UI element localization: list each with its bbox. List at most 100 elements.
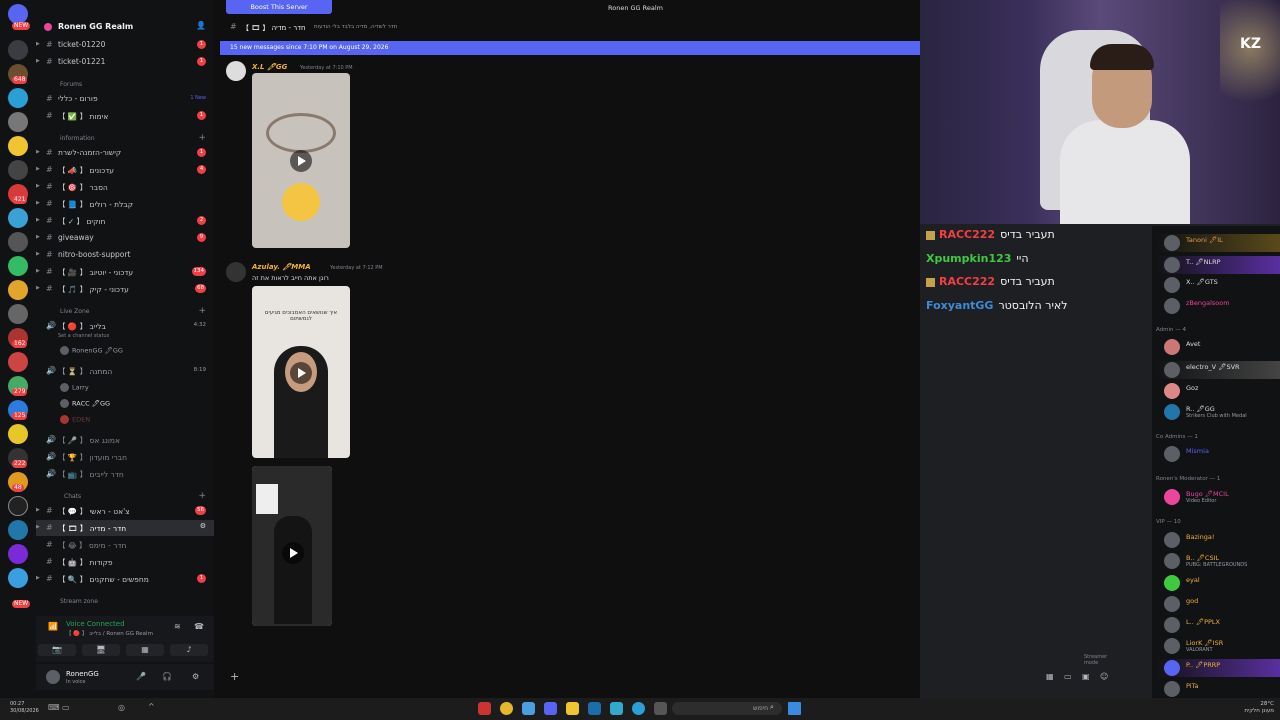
channel-item[interactable]: # 【 😂 】 חדר - מימס	[36, 537, 214, 553]
member-item[interactable]: L.. 🖊PPLX	[1156, 616, 1280, 634]
voice-channel[interactable]: 🔊 【 🎤 】 אמונג אס	[36, 432, 214, 448]
new-messages-bar[interactable]: 15 new messages since 7:10 PM on August …	[220, 41, 920, 55]
message-composer[interactable]: + ▦ ▭ ▣ ☺	[220, 668, 1120, 688]
message-author[interactable]: Azulay. 🖊MMA	[252, 263, 311, 271]
gear-icon[interactable]: ⚙	[192, 672, 199, 681]
channel-item[interactable]: ▶ # 【 📘 】 קבלת - רולים	[36, 196, 214, 212]
channel-item[interactable]: # 【 🤖 】 פקודות	[36, 554, 214, 570]
voice-channel[interactable]: 🔊 【 🔴 】 בלייב 4:32	[36, 318, 214, 334]
disconnect-icon[interactable]: ☎	[194, 622, 204, 631]
channel-item[interactable]: # 【 ✅ 】 אימות 1	[36, 108, 214, 124]
server-icon[interactable]	[8, 208, 28, 228]
gif-icon[interactable]: ▭	[1064, 672, 1072, 681]
channel-item[interactable]: ▶ # ticket-01220 1	[36, 37, 214, 53]
voice-user[interactable]: EDEN	[60, 415, 90, 424]
voice-channel[interactable]: 🔊 【 ⏳ 】 המתנה 8:19	[36, 363, 214, 379]
member-item[interactable]: B.. 🖊CSIL PUBG: BATTLEGROUNDS	[1156, 552, 1280, 570]
member-item[interactable]: Mismia	[1156, 445, 1280, 463]
server-icon[interactable]	[8, 496, 28, 516]
channel-item[interactable]: ▶ # 【 💬 】 צ'אט - ראשי 56	[36, 503, 214, 519]
channel-item[interactable]: ▶ # 【 📣 】 עדכונים 4	[36, 162, 214, 178]
server-header[interactable]: Ronen GG Realm 👤	[36, 18, 214, 38]
emoji-icon[interactable]: ☺	[1100, 672, 1108, 681]
server-icon[interactable]	[8, 424, 28, 444]
gear-icon[interactable]: ⚙	[200, 522, 206, 530]
wifi-icon[interactable]: ◎	[118, 703, 125, 712]
avatar[interactable]	[226, 61, 246, 81]
camera-button[interactable]: 📷	[38, 644, 76, 656]
chrome-icon[interactable]	[500, 702, 513, 715]
soundboard-button[interactable]: ♪	[170, 644, 208, 656]
folder-icon[interactable]	[566, 702, 579, 715]
noise-suppression-icon[interactable]: ≋	[174, 622, 181, 631]
play-icon[interactable]	[282, 542, 304, 564]
channel-item[interactable]: ▶ # 【 🔍 】 מחפשים - שחקנים 1	[36, 571, 214, 587]
windows-start-icon[interactable]	[788, 702, 801, 715]
video-attachment[interactable]	[252, 73, 350, 248]
weather-widget[interactable]: 28°C מעונן חלקית	[1220, 701, 1274, 715]
member-item[interactable]: R.. 🖊GG Strikers Club with Medal	[1156, 403, 1280, 421]
channel-item[interactable]: ▶ # giveaway 9	[36, 230, 214, 246]
server-icon[interactable]	[8, 520, 28, 540]
voice-user[interactable]: RonenGG 🖊GG	[60, 346, 123, 355]
gift-icon[interactable]: ▦	[1046, 672, 1054, 681]
channel-item[interactable]: ▶ # קישור-הזמנה-לשרת 1	[36, 145, 214, 161]
voice-channel[interactable]: 🔊 【 🏆 】 חברי מועדון	[36, 449, 214, 465]
app-icon[interactable]	[654, 702, 667, 715]
channel-item[interactable]: ▶ # 【 🎥 】 עדכוני - יוטיוב 134	[36, 264, 214, 280]
member-item[interactable]: Goz	[1156, 382, 1280, 400]
app-icon[interactable]	[478, 702, 491, 715]
server-icon[interactable]	[8, 256, 28, 276]
edge-icon[interactable]	[632, 702, 645, 715]
voice-user[interactable]: Larry	[60, 383, 89, 392]
add-member-icon[interactable]: 👤	[196, 21, 206, 30]
add-channel-icon[interactable]: +	[198, 133, 206, 143]
tray-icon[interactable]: ⌨	[48, 703, 60, 712]
member-item[interactable]: electro_V 🖊SVR	[1156, 361, 1280, 379]
steam-icon[interactable]	[588, 702, 601, 715]
server-icon[interactable]	[8, 280, 28, 300]
channel-item[interactable]: ▶ # ticket-01221 1	[36, 54, 214, 70]
forum-item[interactable]: # פורום - כללי 1 New	[36, 91, 214, 107]
channel-item[interactable]: ▶ # nitro-boost-support	[36, 247, 214, 263]
sticker-icon[interactable]: ▣	[1082, 672, 1090, 681]
server-icon[interactable]	[8, 88, 28, 108]
video-attachment[interactable]	[252, 466, 332, 626]
server-icon[interactable]	[8, 304, 28, 324]
voice-user[interactable]: RACC 🖊GG	[60, 399, 110, 408]
member-item[interactable]: LiorK 🖊ISR VALORANT	[1156, 637, 1280, 655]
voice-channel[interactable]: 🔊 【 📺 】 חדר לייבים	[36, 466, 214, 482]
channel-item[interactable]: ▶ # 【 🎵 】 עדכוני - קיק 68	[36, 281, 214, 297]
member-item[interactable]: T.. 🖊NLRP	[1156, 256, 1280, 274]
channel-item[interactable]: ▶ # 【 🎯 】 הסבר	[36, 179, 214, 195]
member-item[interactable]: X.. 🖊GTS	[1156, 276, 1280, 294]
app-icon[interactable]	[522, 702, 535, 715]
member-item[interactable]: P.. 🖊PRRP	[1156, 659, 1280, 677]
boost-server-button[interactable]: Boost This Server	[226, 0, 332, 14]
add-channel-icon[interactable]: +	[198, 306, 206, 316]
category-chats[interactable]: Chats	[64, 493, 81, 500]
member-item[interactable]: Bugo 🖊MCIL Video Editor	[1156, 488, 1280, 506]
server-icon[interactable]	[8, 40, 28, 60]
server-icon[interactable]	[8, 112, 28, 132]
server-icon[interactable]	[8, 160, 28, 180]
avatar[interactable]	[226, 262, 246, 282]
server-icon[interactable]	[8, 544, 28, 564]
member-item[interactable]: zBengalsoom	[1156, 297, 1280, 315]
member-item[interactable]: eyal	[1156, 574, 1280, 592]
channel-item-active[interactable]: ▶ # 【 🎞 】 חדר - מדיה ⚙	[36, 520, 214, 536]
chevron-up-icon[interactable]: ^	[148, 702, 155, 711]
home-icon[interactable]	[8, 4, 28, 24]
headphones-icon[interactable]: 🎧	[162, 672, 172, 681]
play-icon[interactable]	[290, 150, 312, 172]
channel-topic[interactable]: חדר לשדיה, מדיה בלבד בלי הודעות	[314, 24, 397, 30]
channel-status[interactable]: Set a channel status	[58, 333, 109, 339]
avatar[interactable]	[46, 670, 60, 684]
category-stream-zone[interactable]: Stream zone	[60, 598, 98, 605]
screenshare-button[interactable]: 🖥	[82, 644, 120, 656]
member-item[interactable]: PiTa	[1156, 680, 1280, 698]
plus-icon[interactable]: +	[230, 670, 239, 683]
category-information[interactable]: information	[60, 135, 95, 142]
system-clock[interactable]: 00:27 30/08/2026	[10, 701, 39, 715]
member-item[interactable]: god	[1156, 595, 1280, 613]
